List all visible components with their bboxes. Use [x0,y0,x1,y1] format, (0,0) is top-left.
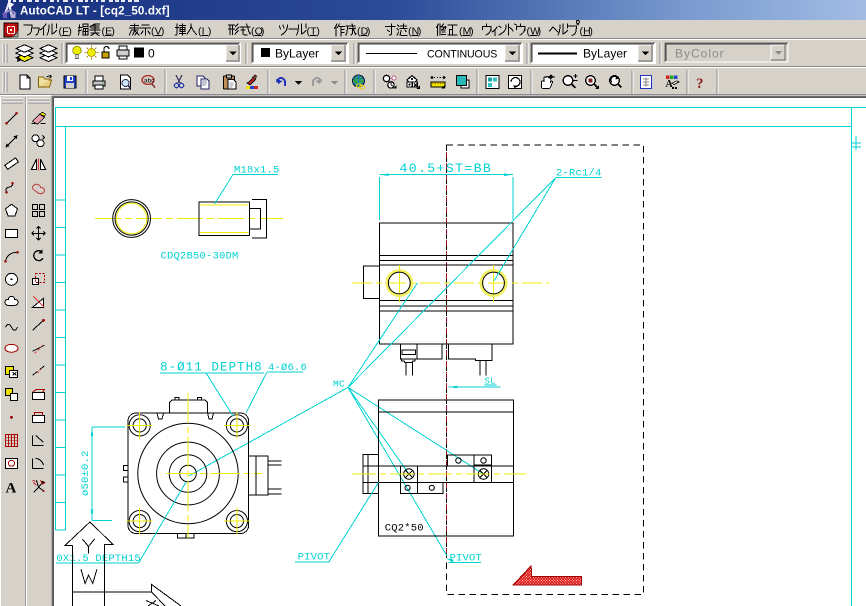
svg-text:): ) [470,26,474,38]
svg-text:AutoCAD LT - [cq2_50.dxf]: AutoCAD LT - [cq2_50.dxf] [20,5,170,18]
svg-text:CONTINUOUS: CONTINUOUS [427,49,497,61]
svg-text:CDQ2B50-30DM: CDQ2B50-30DM [161,251,239,263]
svg-text:): ) [418,26,422,38]
svg-text:?: ? [696,76,704,92]
svg-text:abc: abc [144,78,155,85]
svg-text:A: A [6,480,17,496]
svg-text:ø50±0.2: ø50±0.2 [80,450,92,496]
svg-text:40.5+ST=BB: 40.5+ST=BB [400,161,493,176]
svg-text:!: ! [650,81,653,91]
svg-text:): ) [316,26,320,38]
svg-text:): ) [68,26,72,38]
svg-text:): ) [538,26,542,38]
svg-text:): ) [208,26,212,38]
svg-text:ByLayer: ByLayer [583,47,627,61]
svg-text:): ) [161,26,165,38]
svg-text:0: 0 [148,47,155,61]
svg-text:ByLayer: ByLayer [275,47,319,61]
svg-text:8-Ø11 DEPTH8: 8-Ø11 DEPTH8 [160,361,263,375]
svg-text:MC: MC [333,379,345,390]
svg-text:): ) [261,26,265,38]
svg-text:CQ2*50: CQ2*50 [385,523,424,535]
svg-text:): ) [589,26,593,38]
svg-text:ByColor: ByColor [675,47,725,61]
svg-text:): ) [367,26,371,38]
svg-text:): ) [111,26,115,38]
